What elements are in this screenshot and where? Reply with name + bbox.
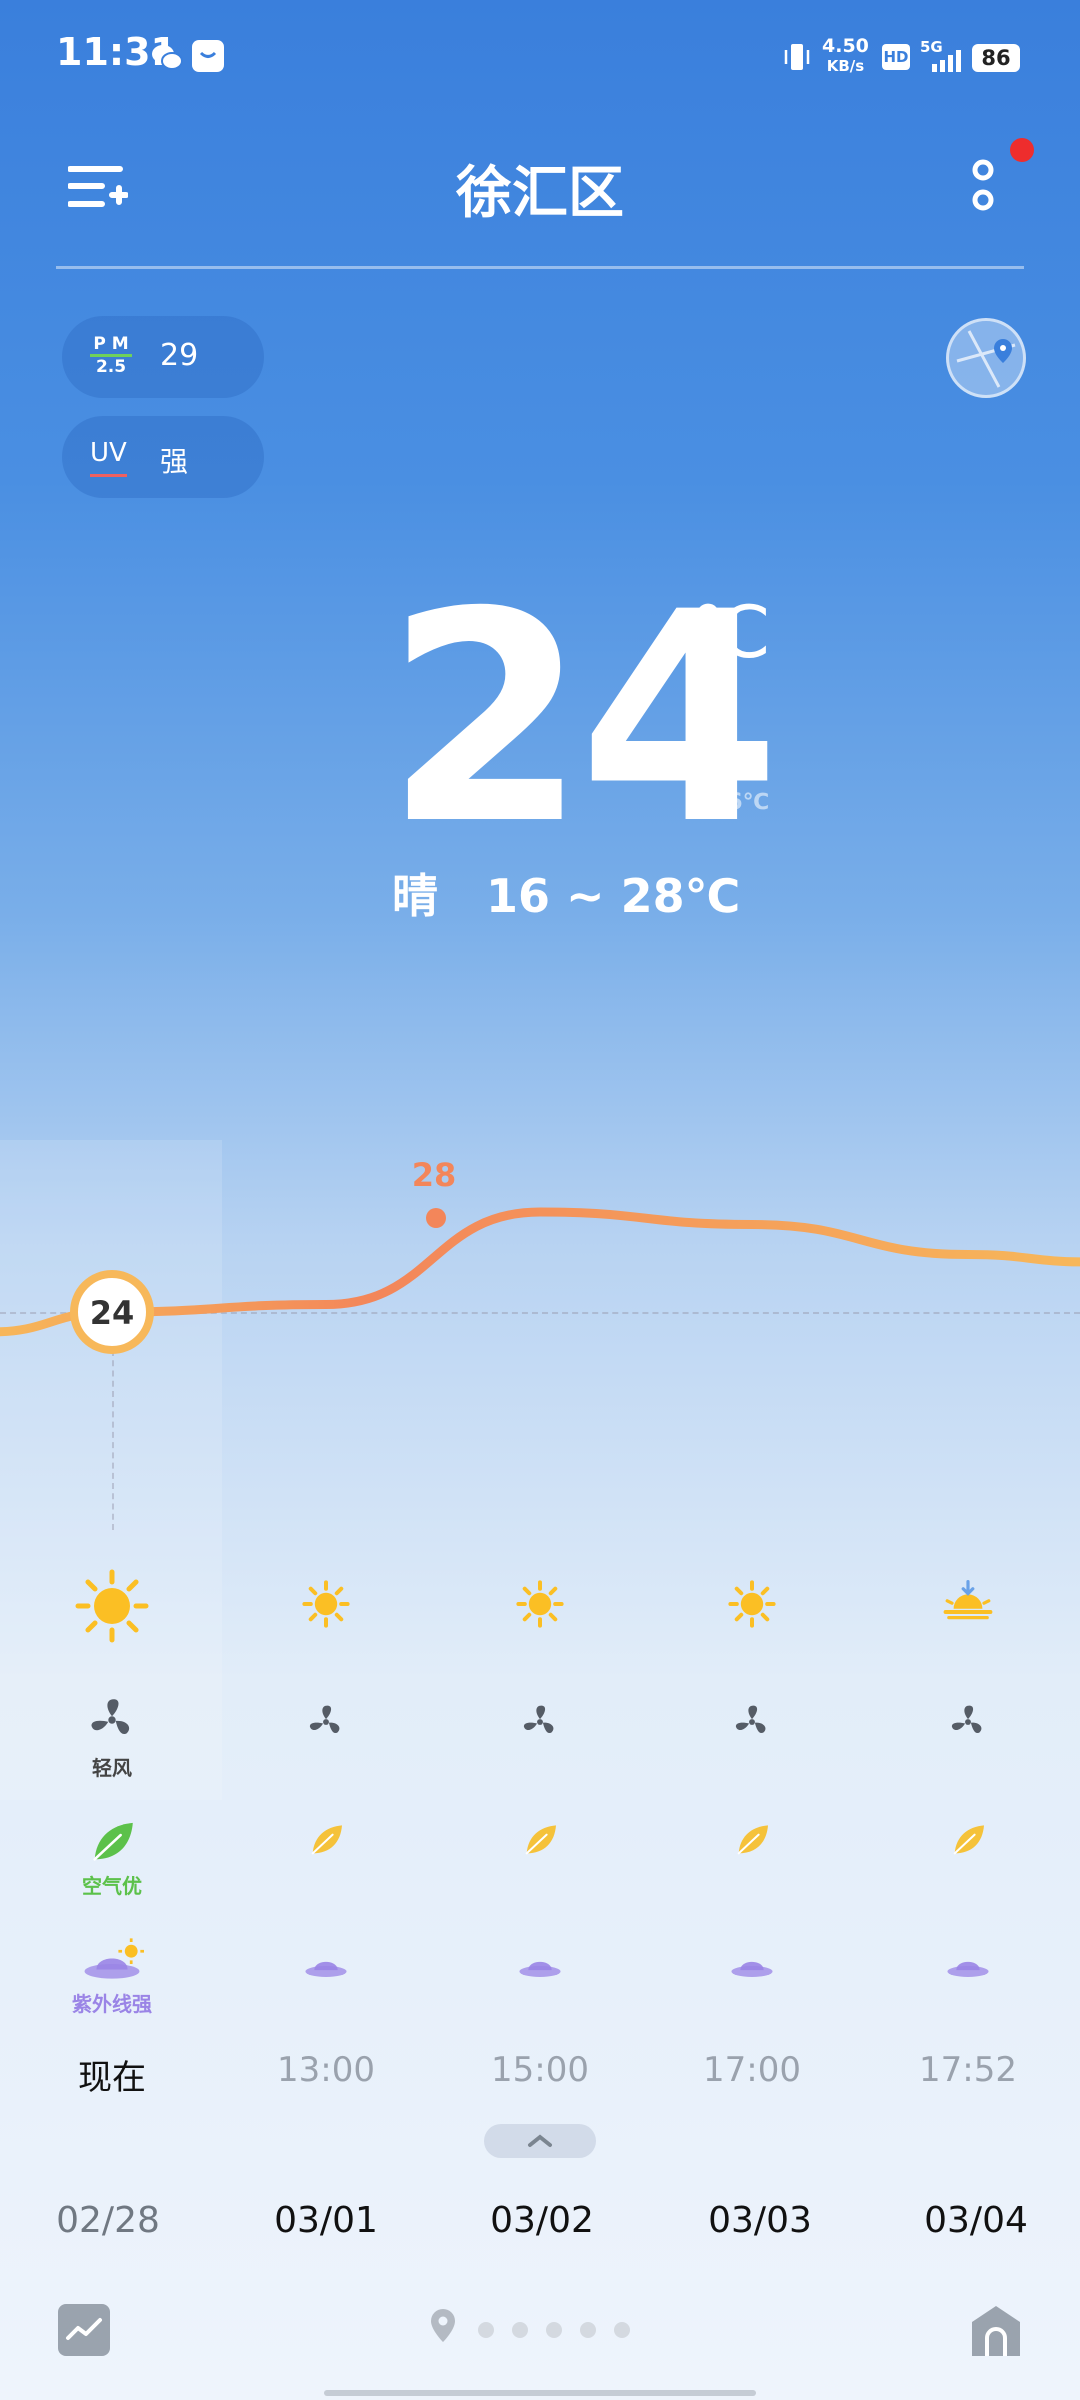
uv-label: UV [90, 438, 127, 477]
condition-text: 晴 [392, 869, 438, 923]
gesture-bar [324, 2390, 756, 2396]
map-button[interactable] [946, 318, 1026, 398]
fan-icon [84, 1692, 140, 1752]
temperature-chart: 24 28 [0, 1156, 1080, 1354]
leaf-icon [520, 1820, 560, 1864]
home-icon [972, 2306, 1020, 2356]
fan-icon [946, 1700, 990, 1748]
date-tab[interactable]: 03/01 [226, 2200, 426, 2241]
hour-label: 13:00 [277, 2050, 375, 2090]
air-quality-label: 空气优 [82, 1874, 142, 1898]
fan-icon [730, 1700, 774, 1748]
header-divider [56, 266, 1024, 269]
leaf-icon [86, 1816, 138, 1872]
pm25-value: 29 [160, 338, 199, 373]
battery-indicator: 86 [972, 44, 1020, 72]
vibrate-icon [780, 40, 814, 74]
location-pin-icon [956, 330, 1016, 388]
date-tab[interactable]: 03/02 [442, 2200, 642, 2241]
hour-label: 现在 [78, 2058, 146, 2098]
leaf-icon [306, 1820, 346, 1864]
leaf-icon [948, 1820, 988, 1864]
fan-icon [518, 1700, 562, 1748]
shopping-bag-icon [192, 40, 224, 72]
trend-button[interactable] [58, 2304, 110, 2356]
sun-icon [720, 1572, 784, 1640]
sunset-icon [936, 1572, 1000, 1640]
date-tab[interactable]: 02/28 [8, 2200, 208, 2241]
hd-badge: HD [882, 44, 910, 70]
uv-level-label: 紫外线强 [72, 1992, 152, 2016]
notification-dot [1010, 138, 1034, 162]
trend-chart-icon [66, 2318, 102, 2340]
more-options-icon[interactable] [968, 156, 998, 216]
fan-icon [304, 1700, 348, 1748]
feels-like: 体感 26℃ [712, 756, 770, 815]
sun-icon [294, 1572, 358, 1640]
temperature-line [0, 1207, 1080, 1337]
page-dot[interactable] [546, 2322, 562, 2338]
sun-hat-icon [516, 1942, 564, 1994]
page-dot[interactable] [512, 2322, 528, 2338]
page-dot[interactable] [614, 2322, 630, 2338]
pm25-indicator[interactable]: P M 2.5 29 [62, 316, 264, 398]
chevron-up-icon [528, 2134, 552, 2147]
uv-indicator[interactable]: UV 强 [62, 416, 264, 498]
sun-icon [72, 1566, 152, 1650]
date-tab[interactable]: 03/04 [876, 2200, 1076, 2241]
temperature-unit: ℃ [690, 590, 771, 674]
sun-icon [508, 1572, 572, 1640]
uv-value: 强 [160, 445, 189, 478]
signal-icon [920, 44, 968, 74]
sun-hat-icon [728, 1942, 776, 1994]
date-tab[interactable]: 03/03 [660, 2200, 860, 2241]
expand-handle[interactable] [484, 2124, 596, 2158]
condition-summary: 晴 16 ~ 28℃ [392, 860, 740, 926]
location-icon [430, 2308, 456, 2344]
current-point-label: 24 [90, 1294, 135, 1332]
hour-label: 17:52 [919, 2050, 1017, 2090]
sun-hat-icon [944, 1942, 992, 1994]
leaf-icon [732, 1820, 772, 1864]
status-bar: 11:31 4.50 KB/s HD 5G 86 [0, 0, 1080, 110]
page-dot[interactable] [580, 2322, 596, 2338]
hour-label: 17:00 [703, 2050, 801, 2090]
pm25-label: P M 2.5 [90, 334, 132, 377]
net-speed: 4.50 KB/s [822, 35, 869, 75]
wechat-icon [150, 40, 184, 74]
hour-label: 15:00 [491, 2050, 589, 2090]
peak-point-marker [426, 1208, 446, 1228]
page-dot[interactable] [478, 2322, 494, 2338]
peak-point-label: 28 [412, 1156, 457, 1194]
page-title: 徐汇区 [456, 161, 624, 226]
sun-hat-icon [302, 1942, 350, 1994]
home-button[interactable] [970, 2304, 1022, 2358]
wind-label: 轻风 [92, 1756, 132, 1780]
temperature-range: 16 ~ 28℃ [486, 869, 741, 923]
